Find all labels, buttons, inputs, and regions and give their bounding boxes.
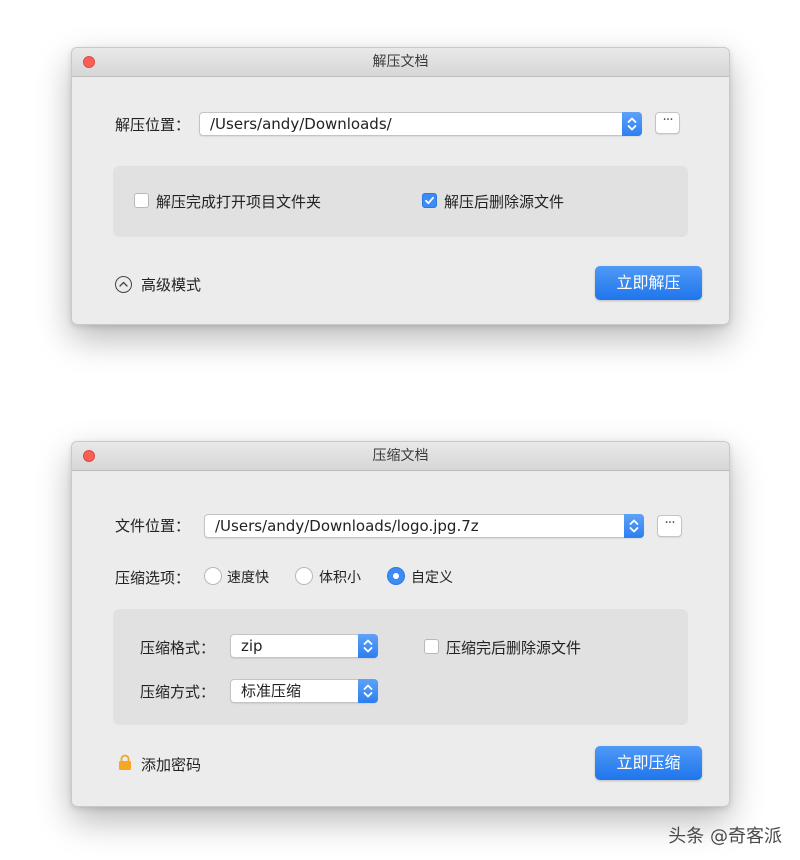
close-button[interactable]: [83, 56, 95, 68]
extract-now-button[interactable]: 立即解压: [595, 266, 702, 300]
stepper-icon[interactable]: [358, 679, 378, 703]
compress-location-label: 文件位置：: [115, 517, 191, 535]
delete-source-checkbox[interactable]: [422, 193, 437, 208]
compress-browse-button[interactable]: ···: [657, 515, 682, 537]
radio-fast-label: 速度快: [227, 570, 269, 586]
stepper-icon[interactable]: [624, 514, 644, 538]
compress-location-select[interactable]: /Users/andy/Downloads/logo.jpg.7z: [204, 514, 644, 538]
compress-delete-source-checkbox[interactable]: [424, 639, 439, 654]
extract-options-panel: 解压完成打开项目文件夹 解压后删除源文件: [113, 166, 688, 237]
compress-options-label: 压缩选项：: [115, 569, 191, 587]
method-label: 压缩方式：: [140, 683, 216, 701]
compress-titlebar[interactable]: 压缩文档: [72, 442, 729, 471]
compress-window-title: 压缩文档: [372, 448, 429, 464]
extract-browse-button[interactable]: ···: [655, 112, 680, 134]
format-select[interactable]: zip: [230, 634, 378, 658]
radio-small[interactable]: [295, 567, 313, 585]
stepper-icon[interactable]: [622, 112, 642, 136]
compress-options-panel: 压缩格式： zip 压缩完后删除源文件 压缩方式： 标准压缩: [113, 609, 688, 725]
advanced-mode-toggle[interactable]: 高级模式: [141, 274, 201, 295]
close-button[interactable]: [83, 450, 95, 462]
radio-custom-label: 自定义: [411, 570, 453, 586]
compress-now-button[interactable]: 立即压缩: [595, 746, 702, 780]
extract-location-select[interactable]: /Users/andy/Downloads/: [199, 112, 642, 136]
radio-custom[interactable]: [387, 567, 405, 585]
open-folder-label: 解压完成打开项目文件夹: [156, 193, 322, 211]
stepper-icon[interactable]: [358, 634, 378, 658]
add-password-link[interactable]: 添加密码: [141, 754, 201, 775]
compress-delete-source-label: 压缩完后删除源文件: [446, 639, 582, 657]
extract-location-label: 解压位置：: [115, 116, 191, 134]
format-value: zip: [241, 637, 263, 655]
extract-window: 解压文档 解压位置： /Users/andy/Downloads/ ··· 解压…: [71, 47, 730, 325]
extract-window-title: 解压文档: [372, 54, 429, 70]
compress-window: 压缩文档 文件位置： /Users/andy/Downloads/logo.jp…: [71, 441, 730, 807]
checkmark-icon: [425, 196, 434, 205]
lock-icon: [119, 754, 131, 770]
method-value: 标准压缩: [241, 682, 302, 700]
extract-titlebar[interactable]: 解压文档: [72, 48, 729, 77]
delete-source-label: 解压后删除源文件: [444, 193, 565, 211]
format-label: 压缩格式：: [140, 639, 216, 657]
extract-location-value: /Users/andy/Downloads/: [210, 115, 392, 133]
method-select[interactable]: 标准压缩: [230, 679, 378, 703]
radio-fast[interactable]: [204, 567, 222, 585]
chevron-up-icon[interactable]: [115, 276, 132, 293]
compress-location-value: /Users/andy/Downloads/logo.jpg.7z: [215, 517, 479, 535]
open-folder-checkbox[interactable]: [134, 193, 149, 208]
radio-small-label: 体积小: [319, 570, 361, 586]
watermark: 头条 @奇客派: [668, 826, 782, 847]
